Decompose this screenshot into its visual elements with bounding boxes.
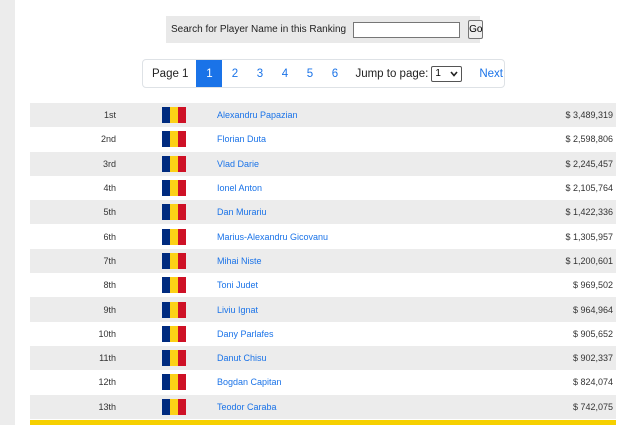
prize-cell: $ 2,105,764 bbox=[565, 183, 613, 194]
table-row: 13th Teodor Caraba $ 742,075 bbox=[30, 394, 616, 419]
romania-flag-icon bbox=[162, 301, 186, 318]
rank-cell: 4th bbox=[103, 183, 116, 194]
page-link-5[interactable]: 5 bbox=[297, 60, 322, 87]
rank-cell: 7th bbox=[103, 255, 116, 266]
jump-to-page-label: Jump to page: bbox=[355, 67, 429, 80]
player-name-link[interactable]: Marius-Alexandru Gicovanu bbox=[186, 224, 503, 248]
player-name-link[interactable]: Florian Duta bbox=[186, 127, 503, 151]
rank-cell: 10th bbox=[98, 328, 116, 339]
flag-cell bbox=[116, 103, 186, 127]
rank-cell: 8th bbox=[103, 280, 116, 291]
romania-flag-icon bbox=[162, 277, 186, 294]
table-row: 12th Bogdan Capitan $ 824,074 bbox=[30, 370, 616, 395]
rank-cell: 3rd bbox=[102, 158, 116, 169]
player-name-link[interactable]: Dany Parlafes bbox=[186, 322, 503, 346]
player-name-link[interactable]: Vlad Darie bbox=[186, 152, 503, 176]
chevron-down-icon bbox=[450, 70, 458, 77]
flag-cell bbox=[116, 297, 186, 321]
page-link-2[interactable]: 2 bbox=[222, 60, 247, 87]
player-name-link[interactable]: Alexandru Papazian bbox=[186, 103, 503, 127]
rank-cell: 11th bbox=[99, 353, 116, 364]
prize-cell: $ 3,489,319 bbox=[565, 110, 613, 121]
pagination: Page 1 1 2 3 4 5 6 Jump to page: 1 Next bbox=[142, 59, 505, 88]
romania-flag-icon bbox=[162, 350, 186, 367]
next-page-link[interactable]: Next bbox=[479, 68, 503, 80]
flag-cell bbox=[116, 152, 186, 176]
prize-cell: $ 964,964 bbox=[572, 304, 613, 315]
rank-cell: 1st bbox=[103, 110, 116, 121]
rank-cell: 2nd bbox=[100, 134, 116, 145]
prize-cell: $ 2,598,806 bbox=[565, 134, 613, 145]
flag-cell bbox=[116, 200, 186, 224]
page-link-3[interactable]: 3 bbox=[247, 60, 272, 87]
table-row: 10th Dany Parlafes $ 905,652 bbox=[30, 321, 616, 346]
prize-cell: $ 1,200,601 bbox=[565, 255, 613, 266]
prize-cell: $ 742,075 bbox=[572, 401, 613, 412]
romania-flag-icon bbox=[162, 325, 186, 342]
romania-flag-icon bbox=[162, 398, 186, 415]
flag-cell bbox=[116, 273, 186, 297]
table-row: 4th Ionel Anton $ 2,105,764 bbox=[30, 175, 616, 201]
prize-cell: $ 969,502 bbox=[572, 280, 613, 291]
player-name-link[interactable]: Danut Chisu bbox=[186, 346, 503, 370]
search-bar: Search for Player Name in this Ranking G… bbox=[166, 16, 484, 43]
rank-cell: 13th bbox=[98, 401, 116, 412]
rank-cell: 9th bbox=[103, 304, 116, 315]
page-link-6[interactable]: 6 bbox=[322, 60, 347, 87]
romania-flag-icon bbox=[162, 204, 186, 221]
footer-accent-bar bbox=[30, 420, 616, 425]
rank-cell: 12th bbox=[98, 377, 116, 388]
page-link-1[interactable]: 1 bbox=[196, 60, 223, 87]
flag-cell bbox=[116, 370, 186, 394]
page-link-4[interactable]: 4 bbox=[272, 60, 297, 87]
rank-cell: 6th bbox=[103, 231, 116, 242]
jump-select-value: 1 bbox=[435, 68, 441, 79]
romania-flag-icon bbox=[162, 107, 186, 124]
table-row: 8th Toni Judet $ 969,502 bbox=[30, 273, 616, 298]
prize-cell: $ 1,422,336 bbox=[565, 207, 613, 218]
romania-flag-icon bbox=[162, 131, 186, 148]
table-row: 5th Dan Murariu $ 1,422,336 bbox=[30, 200, 616, 225]
flag-cell bbox=[116, 127, 186, 151]
prize-cell: $ 905,652 bbox=[572, 328, 613, 339]
search-input[interactable] bbox=[353, 21, 461, 38]
romania-flag-icon bbox=[162, 155, 186, 172]
current-page-label: Page 1 bbox=[152, 67, 189, 80]
table-row: 2nd Florian Duta $ 2,598,806 bbox=[30, 127, 616, 152]
player-name-link[interactable]: Ionel Anton bbox=[186, 176, 503, 200]
player-name-link[interactable]: Liviu Ignat bbox=[186, 297, 503, 321]
player-name-link[interactable]: Teodor Caraba bbox=[186, 395, 503, 419]
flag-cell bbox=[116, 176, 186, 200]
table-row: 9th Liviu Ignat $ 964,964 bbox=[30, 297, 616, 322]
player-name-link[interactable]: Toni Judet bbox=[186, 273, 503, 297]
romania-flag-icon bbox=[162, 252, 186, 269]
table-row: 6th Marius-Alexandru Gicovanu $ 1,305,957 bbox=[30, 224, 616, 249]
go-button[interactable]: Go bbox=[468, 20, 484, 39]
prize-cell: $ 2,245,457 bbox=[565, 158, 613, 169]
table-row: 3rd Vlad Darie $ 2,245,457 bbox=[30, 151, 616, 176]
flag-cell bbox=[116, 224, 186, 248]
player-name-link[interactable]: Mihai Niste bbox=[186, 249, 503, 273]
player-name-link[interactable]: Bogdan Capitan bbox=[186, 370, 503, 394]
prize-cell: $ 824,074 bbox=[572, 377, 613, 388]
table-row: 11th Danut Chisu $ 902,337 bbox=[30, 345, 616, 371]
prize-cell: $ 902,337 bbox=[572, 353, 613, 364]
flag-cell bbox=[116, 346, 186, 370]
search-label: Search for Player Name in this Ranking bbox=[171, 24, 347, 35]
table-row: 7th Mihai Niste $ 1,200,601 bbox=[30, 248, 616, 274]
flag-cell bbox=[116, 322, 186, 346]
jump-to-page-select[interactable]: 1 bbox=[431, 65, 463, 82]
rank-cell: 5th bbox=[103, 207, 116, 218]
flag-cell bbox=[116, 249, 186, 273]
ranking-table: 1st Alexandru Papazian $ 3,489,319 2nd Flori… bbox=[30, 103, 616, 419]
player-name-link[interactable]: Dan Murariu bbox=[186, 200, 503, 224]
romania-flag-icon bbox=[162, 374, 186, 391]
romania-flag-icon bbox=[162, 228, 186, 245]
romania-flag-icon bbox=[162, 180, 186, 197]
table-row: 1st Alexandru Papazian $ 3,489,319 bbox=[30, 103, 616, 128]
prize-cell: $ 1,305,957 bbox=[565, 231, 613, 242]
flag-cell bbox=[116, 395, 186, 419]
